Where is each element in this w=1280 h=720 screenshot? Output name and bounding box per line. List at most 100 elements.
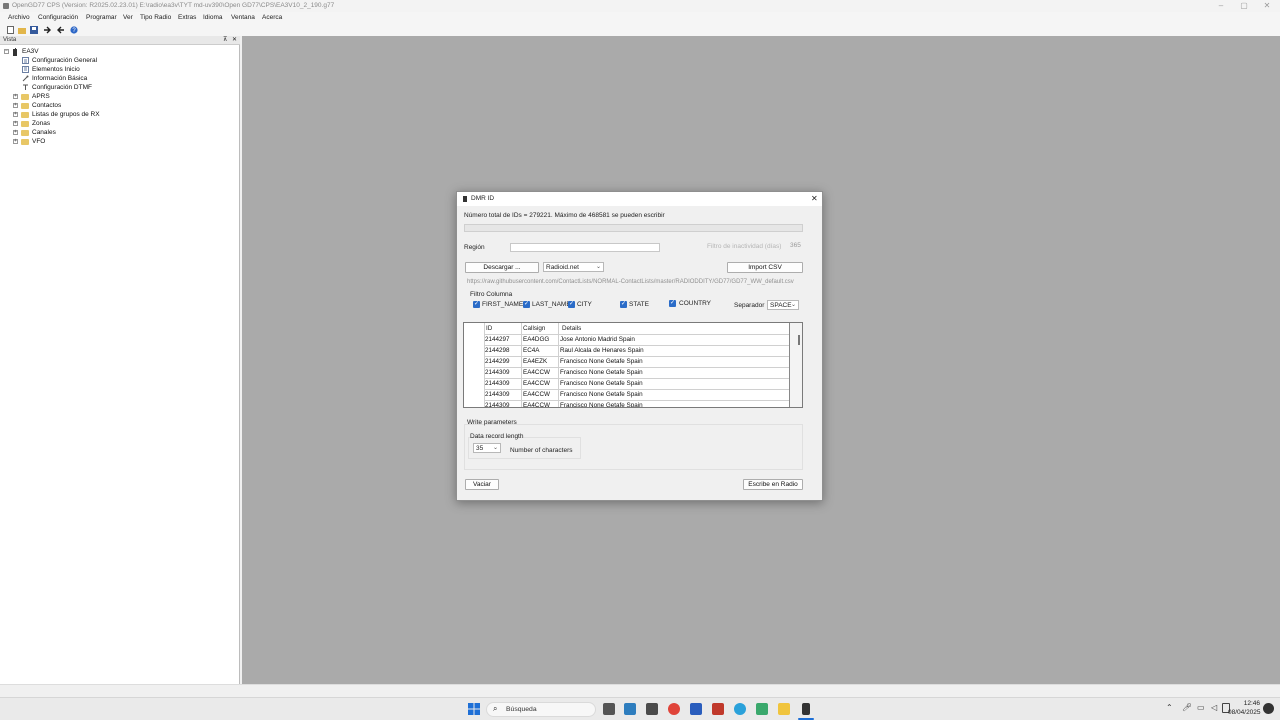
write-to-radio-button[interactable]: Escribe en Radio	[743, 479, 803, 490]
import-csv-button[interactable]: Import CSV	[727, 262, 803, 273]
table-row-callsign[interactable]: EA4CCW	[523, 367, 550, 378]
chrome-icon[interactable]	[668, 703, 680, 715]
expand-icon[interactable]: +	[13, 139, 18, 144]
menu-ventana[interactable]: Ventana	[231, 12, 255, 24]
dmr-id-table[interactable]: ID Callsign Details 2144297 EA4DGG Jose …	[463, 322, 803, 408]
tray-chevron-up-icon[interactable]: ⌃	[1166, 703, 1173, 712]
menu-configuracion[interactable]: Configuración	[38, 12, 78, 24]
menu-acerca[interactable]: Acerca	[262, 12, 282, 24]
table-row-callsign[interactable]: EA4CCW	[523, 400, 550, 407]
new-file-icon[interactable]	[6, 26, 14, 34]
tree-root-ea3v[interactable]: EA3V	[22, 47, 39, 56]
help-icon[interactable]: ?	[70, 26, 78, 34]
windows-start-icon[interactable]	[468, 703, 480, 715]
spreadsheet-icon[interactable]	[756, 703, 768, 715]
save-icon[interactable]	[30, 26, 38, 34]
close-icon[interactable]: ✕	[811, 194, 818, 203]
table-row-callsign[interactable]: EA4CCW	[523, 389, 550, 400]
menu-archivo[interactable]: Archivo	[8, 12, 30, 24]
column-header-callsign[interactable]: Callsign	[523, 323, 557, 334]
tree-item-aprs[interactable]: APRS	[32, 92, 50, 101]
source-select[interactable]: Radioid.net ⌄	[543, 262, 604, 272]
widgets-icon[interactable]	[624, 703, 636, 715]
menu-tipo-radio[interactable]: Tipo Radio	[140, 12, 171, 24]
table-row-details[interactable]: Francisco None Getafe Spain	[560, 400, 643, 407]
download-button[interactable]: Descargar ...	[465, 262, 539, 273]
menu-ver[interactable]: Ver	[123, 12, 133, 24]
maximize-button[interactable]: ▢	[1233, 0, 1255, 12]
table-row-id[interactable]: 2144309	[485, 389, 510, 400]
table-row-id[interactable]: 2144299	[485, 356, 510, 367]
checkbox-first-name[interactable]: ✓	[473, 301, 480, 308]
tree-item-configuracion-general[interactable]: Configuración General	[32, 56, 97, 65]
tree-item-zonas[interactable]: Zonas	[32, 119, 50, 128]
table-scrollbar[interactable]	[790, 323, 802, 407]
tree-item-contactos[interactable]: Contactos	[32, 101, 61, 110]
app-red-icon[interactable]	[712, 703, 724, 715]
opengd77-cps-taskbar-icon[interactable]	[802, 703, 810, 715]
region-input[interactable]	[510, 243, 660, 252]
column-header-details[interactable]: Details	[562, 323, 782, 334]
terminal-icon[interactable]	[646, 703, 658, 715]
expand-icon[interactable]: +	[13, 103, 18, 108]
expand-icon[interactable]: +	[13, 94, 18, 99]
table-row-id[interactable]: 2144297	[485, 334, 510, 345]
pin-icon[interactable]: ⊼	[223, 36, 227, 45]
expand-icon[interactable]: +	[13, 130, 18, 135]
expand-icon[interactable]: +	[13, 121, 18, 126]
tree-item-configuracion-dtmf[interactable]: Configuración DTMF	[32, 83, 92, 92]
scrollbar-thumb[interactable]	[798, 335, 800, 345]
table-row-callsign[interactable]: EA4EZK	[523, 356, 547, 367]
menu-programar[interactable]: Programar	[86, 12, 117, 24]
separator-select[interactable]: SPACE ⌄	[767, 300, 799, 310]
table-row-details[interactable]: Francisco None Getafe Spain	[560, 378, 643, 389]
menu-idioma[interactable]: Idioma	[203, 12, 223, 24]
column-header-id[interactable]: ID	[486, 323, 520, 334]
table-row-details[interactable]: Jose Antonio Madrid Spain	[560, 334, 635, 345]
minimize-button[interactable]: –	[1210, 0, 1232, 12]
task-view-icon[interactable]	[603, 703, 615, 715]
microphone-icon[interactable]: 🎤︎	[1182, 703, 1192, 712]
menu-extras[interactable]: Extras	[178, 12, 196, 24]
table-row-id[interactable]: 2144309	[485, 400, 510, 407]
write-radio-icon[interactable]	[56, 26, 64, 34]
table-row-id[interactable]: 2144309	[485, 367, 510, 378]
network-icon[interactable]: ▭	[1197, 703, 1205, 712]
telegram-icon[interactable]	[734, 703, 746, 715]
clock-date[interactable]: 08/04/2025	[1228, 709, 1261, 716]
table-row-callsign[interactable]: EC4A	[523, 345, 539, 356]
close-pane-icon[interactable]: ✕	[232, 36, 237, 45]
taskbar-search-box[interactable]: ⌕ Búsqueda	[486, 702, 596, 717]
clock-time[interactable]: 12:46	[1240, 700, 1260, 707]
tree-item-vfo[interactable]: VFO	[32, 137, 45, 146]
open-folder-icon[interactable]	[18, 26, 26, 34]
table-row-details[interactable]: Francisco None Getafe Spain	[560, 389, 643, 400]
table-row-details[interactable]: Raul Alcala de Henares Spain	[560, 345, 644, 356]
tree-item-informacion-basica[interactable]: Información Básica	[32, 74, 87, 83]
file-explorer-icon[interactable]	[778, 703, 790, 715]
remote-desktop-icon[interactable]	[690, 703, 702, 715]
separator-label: Separador	[734, 302, 765, 309]
clear-button[interactable]: Vaciar	[465, 479, 499, 490]
checkbox-state[interactable]: ✓	[620, 301, 627, 308]
checkbox-country[interactable]: ✓	[669, 300, 676, 307]
volume-icon[interactable]: ◁	[1211, 703, 1217, 712]
table-row-details[interactable]: Francisco None Getafe Spain	[560, 356, 643, 367]
collapse-icon[interactable]: −	[4, 49, 9, 54]
expand-icon[interactable]: +	[13, 112, 18, 117]
record-length-select[interactable]: 35 ⌄	[473, 443, 501, 453]
checkbox-last-name[interactable]: ✓	[523, 301, 530, 308]
table-row-id[interactable]: 2144309	[485, 378, 510, 389]
inactivity-days-field[interactable]: 365	[790, 242, 801, 249]
table-row-id[interactable]: 2144298	[485, 345, 510, 356]
tree-item-listas-grupos-rx[interactable]: Listas de grupos de RX	[32, 110, 100, 119]
table-row-details[interactable]: Francisco None Getafe Spain	[560, 367, 643, 378]
checkbox-city[interactable]: ✓	[568, 301, 575, 308]
notification-icon[interactable]	[1263, 703, 1274, 714]
table-row-callsign[interactable]: EA4CCW	[523, 378, 550, 389]
tree-item-elementos-inicio[interactable]: Elementos Inicio	[32, 65, 80, 74]
table-row-callsign[interactable]: EA4DGG	[523, 334, 549, 345]
tree-item-canales[interactable]: Canales	[32, 128, 56, 137]
close-window-button[interactable]: ✕	[1256, 0, 1278, 12]
read-radio-icon[interactable]	[44, 26, 52, 34]
